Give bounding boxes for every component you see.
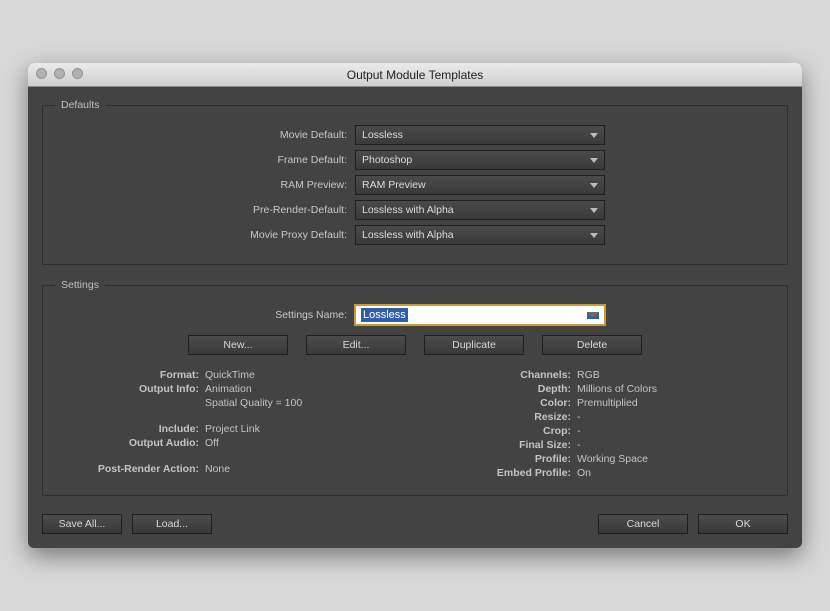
movie-proxy-default-dropdown[interactable]: Lossless with Alpha	[355, 225, 605, 245]
format-label: Format:	[55, 369, 205, 381]
spatial-quality-label	[55, 397, 205, 409]
output-audio-label: Output Audio:	[55, 437, 205, 449]
settings-button-row: New... Edit... Duplicate Delete	[55, 335, 775, 355]
pre-render-default-value: Lossless with Alpha	[362, 204, 454, 216]
depth-value: Millions of Colors	[577, 383, 657, 395]
chevron-down-icon	[590, 133, 598, 138]
window-controls	[36, 68, 83, 79]
format-value: QuickTime	[205, 369, 255, 381]
post-render-action-value: None	[205, 463, 230, 475]
crop-value: -	[577, 425, 581, 437]
color-label: Color:	[427, 397, 577, 409]
duplicate-button[interactable]: Duplicate	[424, 335, 524, 355]
embed-profile-label: Embed Profile:	[427, 467, 577, 479]
pre-render-default-dropdown[interactable]: Lossless with Alpha	[355, 200, 605, 220]
final-size-label: Final Size:	[427, 439, 577, 451]
frame-default-dropdown[interactable]: Photoshop	[355, 150, 605, 170]
defaults-group: Defaults Movie Default: Lossless Frame De…	[42, 99, 788, 265]
dialog-footer: Save All... Load... Cancel OK	[42, 510, 788, 534]
ram-preview-dropdown[interactable]: RAM Preview	[355, 175, 605, 195]
movie-default-value: Lossless	[362, 129, 403, 141]
settings-legend: Settings	[55, 279, 105, 291]
include-value: Project Link	[205, 423, 260, 435]
minimize-icon[interactable]	[54, 68, 65, 79]
spatial-quality-value: Spatial Quality = 100	[205, 397, 302, 409]
edit-button[interactable]: Edit...	[306, 335, 406, 355]
settings-group: Settings Settings Name: Lossless New... …	[42, 279, 788, 496]
dialog-window: Output Module Templates Defaults Movie D…	[28, 63, 802, 548]
save-all-button[interactable]: Save All...	[42, 514, 122, 534]
embed-profile-value: On	[577, 467, 591, 479]
frame-default-label: Frame Default:	[55, 154, 355, 166]
profile-label: Profile:	[427, 453, 577, 465]
window-title: Output Module Templates	[347, 68, 484, 82]
output-info-value: Animation	[205, 383, 252, 395]
final-size-value: -	[577, 439, 581, 451]
ram-preview-value: RAM Preview	[362, 179, 426, 191]
color-value: Premultiplied	[577, 397, 638, 409]
zoom-icon[interactable]	[72, 68, 83, 79]
load-button[interactable]: Load...	[132, 514, 212, 534]
chevron-down-icon	[590, 183, 598, 188]
output-info-label: Output Info:	[55, 383, 205, 395]
depth-label: Depth:	[427, 383, 577, 395]
pre-render-default-label: Pre-Render-Default:	[55, 204, 355, 216]
movie-proxy-default-label: Movie Proxy Default:	[55, 229, 355, 241]
dialog-content: Defaults Movie Default: Lossless Frame De…	[28, 87, 802, 548]
output-audio-value: Off	[205, 437, 219, 449]
post-render-action-label: Post-Render Action:	[55, 463, 205, 475]
close-icon[interactable]	[36, 68, 47, 79]
ok-button[interactable]: OK	[698, 514, 788, 534]
chevron-down-icon	[590, 208, 598, 213]
new-button[interactable]: New...	[188, 335, 288, 355]
movie-default-dropdown[interactable]: Lossless	[355, 125, 605, 145]
settings-name-value: Lossless	[361, 308, 408, 322]
resize-label: Resize:	[427, 411, 577, 423]
settings-info-right: Channels:RGB Depth:Millions of Colors Co…	[427, 369, 775, 481]
channels-value: RGB	[577, 369, 600, 381]
ram-preview-label: RAM Preview:	[55, 179, 355, 191]
movie-default-label: Movie Default:	[55, 129, 355, 141]
resize-value: -	[577, 411, 581, 423]
settings-name-input[interactable]: Lossless	[355, 305, 605, 325]
titlebar[interactable]: Output Module Templates	[28, 63, 802, 87]
settings-name-label: Settings Name:	[55, 309, 355, 321]
settings-info-left: Format:QuickTime Output Info:Animation S…	[55, 369, 403, 481]
chevron-down-icon	[590, 158, 598, 163]
profile-value: Working Space	[577, 453, 648, 465]
channels-label: Channels:	[427, 369, 577, 381]
settings-info: Format:QuickTime Output Info:Animation S…	[55, 369, 775, 481]
defaults-legend: Defaults	[55, 99, 106, 111]
chevron-down-icon	[590, 233, 598, 238]
chevron-down-icon	[587, 312, 599, 319]
movie-proxy-default-value: Lossless with Alpha	[362, 229, 454, 241]
cancel-button[interactable]: Cancel	[598, 514, 688, 534]
frame-default-value: Photoshop	[362, 154, 412, 166]
include-label: Include:	[55, 423, 205, 435]
delete-button[interactable]: Delete	[542, 335, 642, 355]
crop-label: Crop:	[427, 425, 577, 437]
